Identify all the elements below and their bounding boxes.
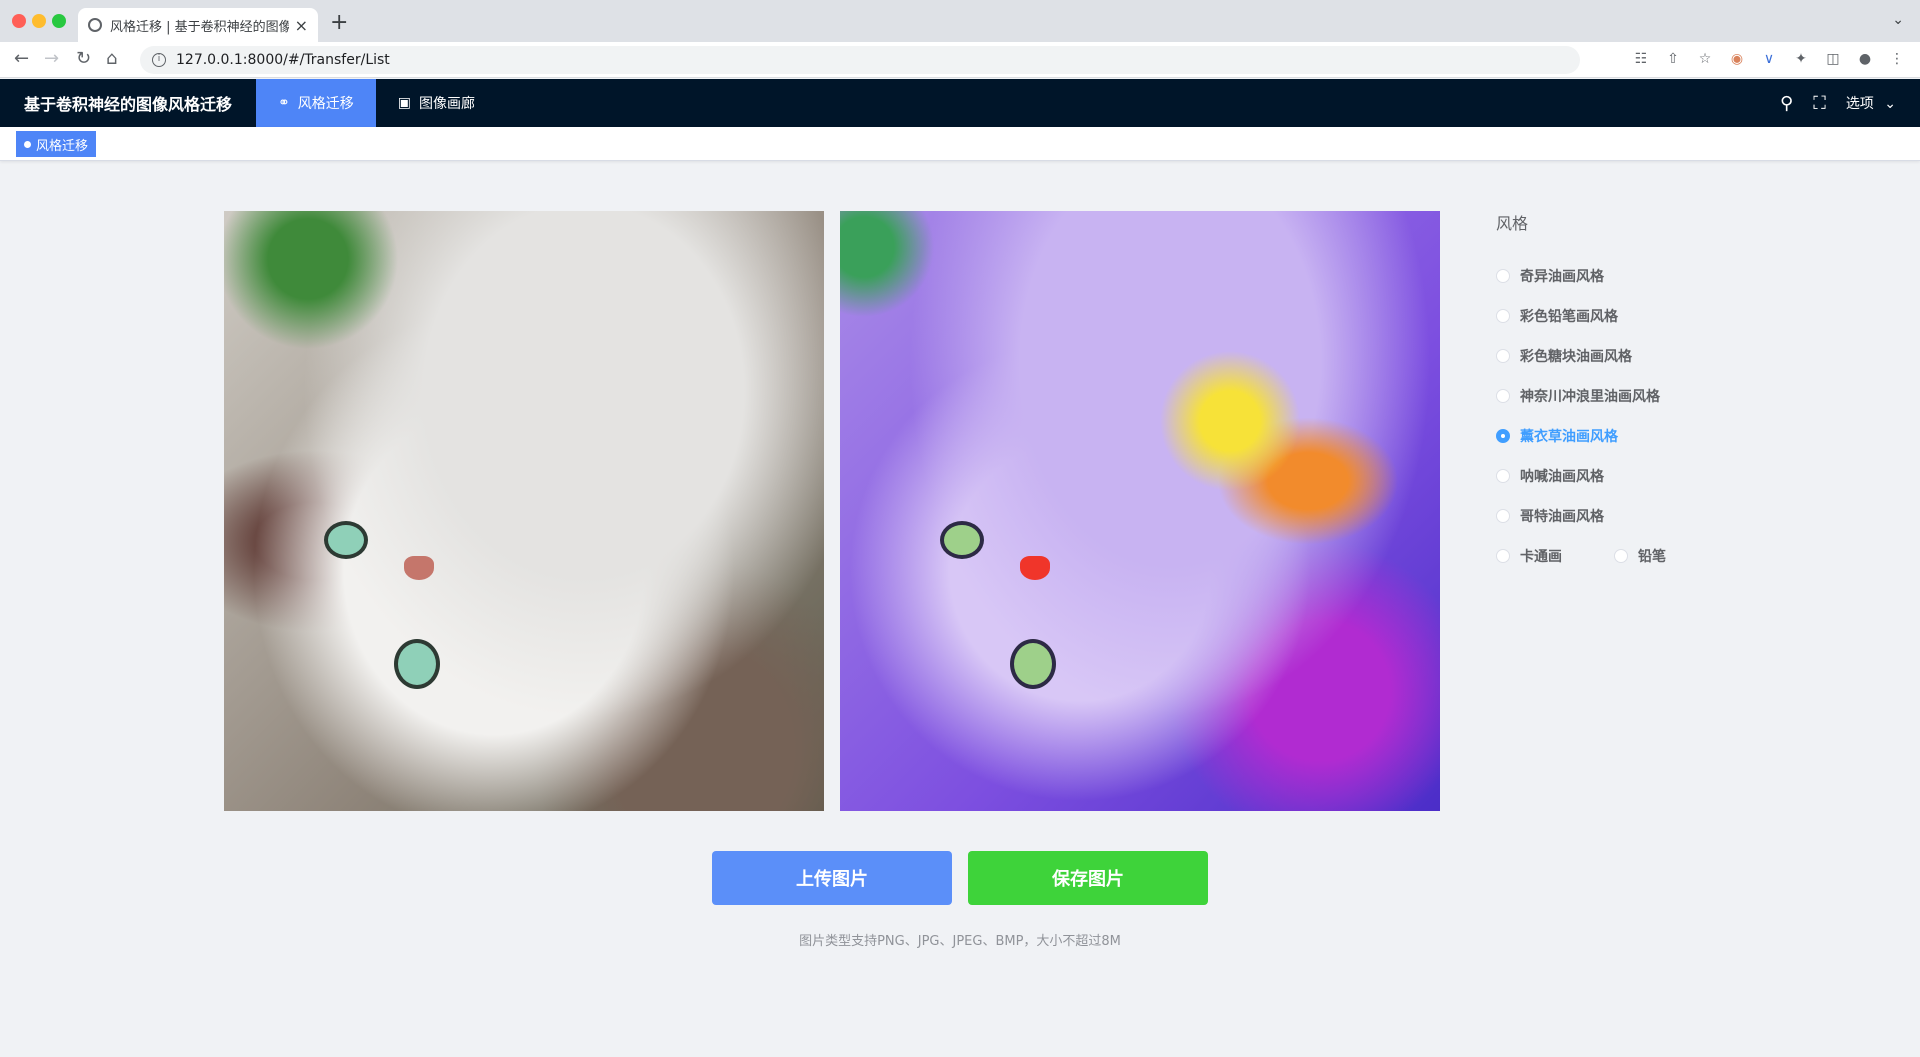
fullscreen-icon[interactable]: ⛶ <box>1813 93 1826 114</box>
radio-button[interactable] <box>1496 309 1510 323</box>
radio-button[interactable] <box>1496 549 1510 563</box>
options-label: 选项 <box>1845 96 1874 112</box>
cat-eye <box>394 639 440 689</box>
radio-option[interactable]: 神奈川冲浪里油画风格 <box>1496 376 1796 416</box>
radio-label: 呐喊油画风格 <box>1520 469 1604 485</box>
radio-label: 彩色铅笔画风格 <box>1520 309 1618 325</box>
browser-tab-title: 风格迁移 | 基于卷积神经的图像风 <box>110 19 289 35</box>
style-title: 风格 <box>1496 214 1529 233</box>
sidepanel-icon[interactable]: ◫ <box>1824 50 1842 68</box>
cat-eye <box>940 521 984 559</box>
radio-option[interactable]: 哥特油画风格 <box>1496 496 1796 536</box>
radio-button[interactable] <box>1496 349 1510 363</box>
radio-label: 奇异油画风格 <box>1520 269 1604 285</box>
save-image-button[interactable]: 保存图片 <box>968 851 1208 905</box>
address-bar[interactable]: i 127.0.0.1:8000/#/Transfer/List <box>140 46 1580 74</box>
active-dot-icon <box>24 140 31 148</box>
back-arrow-icon[interactable]: ← <box>14 48 29 69</box>
radio-option[interactable]: 彩色铅笔画风格 <box>1496 296 1796 336</box>
profile-icon[interactable]: ● <box>1856 50 1874 68</box>
cat-nose <box>1020 556 1050 580</box>
cat-eye <box>1010 639 1056 689</box>
nav-style-transfer-label: 风格迁移 <box>297 96 354 112</box>
radio-label: 神奈川冲浪里油画风格 <box>1520 389 1660 405</box>
upload-hint: 图片类型支持PNG、JPG、JPEG、BMP，大小不超过8M <box>799 934 1121 949</box>
radio-option[interactable]: 彩色糖块油画风格 <box>1496 336 1796 376</box>
app-header: 基于卷积神经的图像风格迁移 ⚭ 风格迁移 ▣ 图像画廊 ⚲ ⛶ 选项 ⌄ <box>0 79 1920 127</box>
bookmark-star-icon[interactable]: ☆ <box>1696 50 1714 68</box>
radio-label: 彩色糖块油画风格 <box>1520 349 1632 365</box>
radio-label: 薰衣草油画风格 <box>1520 429 1618 445</box>
translate-icon[interactable]: ☷ <box>1632 50 1650 68</box>
url-text: 127.0.0.1:8000/#/Transfer/List <box>176 52 390 68</box>
extension-avatar-icon[interactable]: ◉ <box>1728 50 1746 68</box>
puzzle-icon[interactable]: ✦ <box>1792 50 1810 68</box>
extension-icon[interactable]: ∨ <box>1760 50 1778 68</box>
radio-button[interactable] <box>1496 509 1510 523</box>
style-transfer-icon: ⚭ <box>278 95 290 111</box>
tag-style-transfer[interactable]: 风格迁移 <box>16 131 97 157</box>
nav-image-gallery[interactable]: ▣ 图像画廊 <box>376 79 497 127</box>
radio-label: 铅笔 <box>1638 549 1666 565</box>
browser-tab-bar: 风格迁移 | 基于卷积神经的图像风 × + ⌄ <box>0 0 1920 42</box>
window-zoom-button[interactable] <box>52 14 66 28</box>
radio-button[interactable] <box>1496 269 1510 283</box>
app-brand: 基于卷积神经的图像风格迁移 <box>24 95 233 114</box>
options-dropdown[interactable]: 选项 ⌄ <box>1846 93 1896 113</box>
cat-eye <box>324 521 368 559</box>
browser-tab[interactable]: 风格迁移 | 基于卷积神经的图像风 × <box>78 8 318 42</box>
search-icon[interactable]: ⚲ <box>1780 93 1793 114</box>
radio-button-checked[interactable] <box>1496 429 1510 443</box>
tag-label: 风格迁移 <box>36 138 89 154</box>
forward-arrow-icon[interactable]: → <box>44 48 59 69</box>
tab-search-chevron-icon[interactable]: ⌄ <box>1892 12 1904 28</box>
radio-option[interactable]: 呐喊油画风格 <box>1496 456 1796 496</box>
home-icon[interactable]: ⌂ <box>106 48 117 69</box>
more-icon[interactable]: ⋮ <box>1888 50 1906 68</box>
image-icon: ▣ <box>397 95 411 111</box>
radio-label: 哥特油画风格 <box>1520 509 1604 525</box>
globe-icon <box>88 18 102 32</box>
nav-image-gallery-label: 图像画廊 <box>418 96 475 112</box>
radio-option-selected[interactable]: 薰衣草油画风格 <box>1496 416 1796 456</box>
tags-view-bar: 风格迁移 <box>0 127 1920 161</box>
cat-nose <box>404 556 434 580</box>
style-panel: 风格 奇异油画风格 彩色铅笔画风格 彩色糖块油画风格 神奈川冲浪里油画风格 薰衣… <box>1496 210 1796 576</box>
radio-option[interactable]: 铅笔 <box>1614 546 1666 566</box>
window-minimize-button[interactable] <box>32 14 46 28</box>
radio-option-row: 卡通画 铅笔 <box>1496 536 1796 576</box>
radio-option[interactable]: 奇异油画风格 <box>1496 256 1796 296</box>
original-image <box>224 211 824 811</box>
stylized-image <box>840 211 1440 811</box>
window-close-button[interactable] <box>12 14 26 28</box>
radio-option[interactable]: 卡通画 <box>1496 546 1562 566</box>
upload-image-button[interactable]: 上传图片 <box>712 851 952 905</box>
site-info-icon[interactable]: i <box>152 53 166 67</box>
radio-button[interactable] <box>1496 469 1510 483</box>
reload-icon[interactable]: ↻ <box>76 48 91 69</box>
tab-close-icon[interactable]: × <box>295 16 308 35</box>
chevron-down-icon: ⌄ <box>1884 96 1896 112</box>
new-tab-button[interactable]: + <box>330 10 348 35</box>
radio-label: 卡通画 <box>1520 549 1562 565</box>
radio-button[interactable] <box>1614 549 1628 563</box>
browser-toolbar: ← → ↻ ⌂ i 127.0.0.1:8000/#/Transfer/List… <box>0 42 1920 78</box>
radio-button[interactable] <box>1496 389 1510 403</box>
share-icon[interactable]: ⇧ <box>1664 50 1682 68</box>
nav-style-transfer[interactable]: ⚭ 风格迁移 <box>256 79 376 127</box>
